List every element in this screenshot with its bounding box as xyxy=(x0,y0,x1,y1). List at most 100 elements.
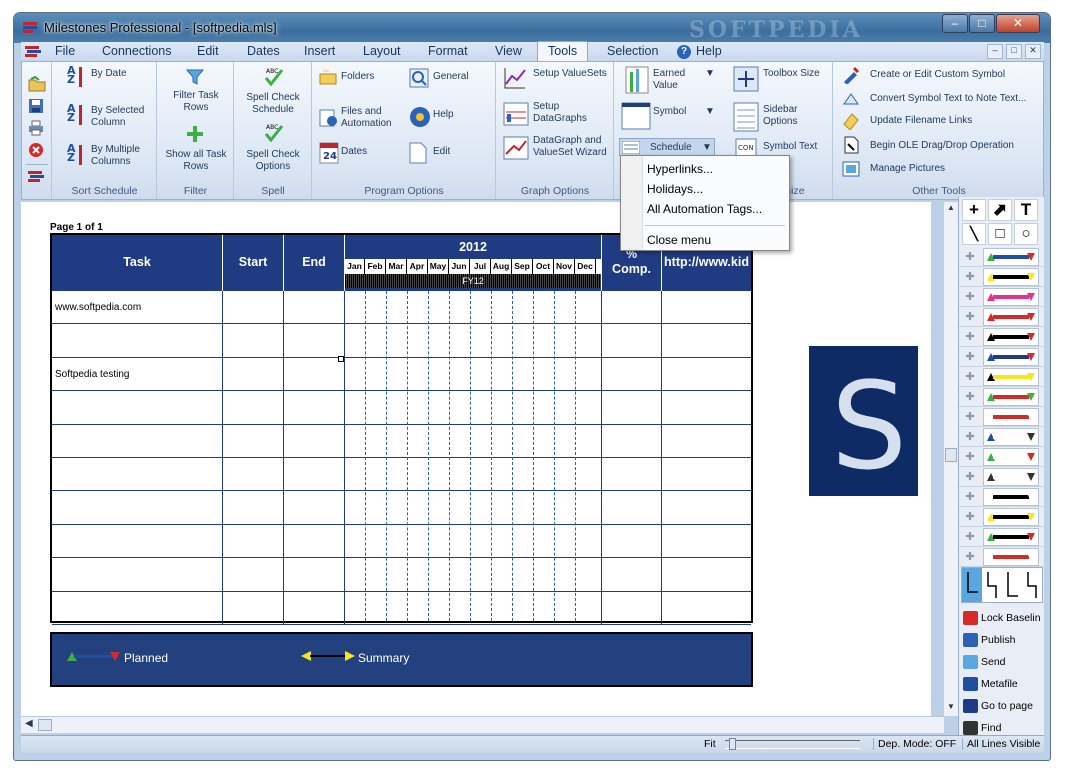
task-cell[interactable] xyxy=(52,591,223,624)
toolbox-button-lock-baselin[interactable]: Lock Baselin xyxy=(959,607,1045,629)
pin-icon[interactable]: ✚ xyxy=(962,330,978,344)
spell-check-options-button[interactable]: Spell Check Options xyxy=(237,149,309,173)
table-cell[interactable] xyxy=(345,291,602,324)
filter-task-rows-button[interactable]: Filter Task Rows xyxy=(164,90,228,114)
schedule-button[interactable]: Schedule ▼ xyxy=(619,138,715,156)
scroll-up-icon[interactable]: ▲ xyxy=(947,203,955,212)
task-cell[interactable] xyxy=(52,391,223,424)
symbol-row[interactable]: ✚ xyxy=(959,387,1045,407)
text-tool-icon[interactable]: T xyxy=(1014,199,1038,221)
table-cell[interactable] xyxy=(662,391,751,423)
toolbox-size-button[interactable]: Toolbox Size xyxy=(763,68,820,80)
table-cell[interactable] xyxy=(345,357,602,391)
task-cell[interactable] xyxy=(52,324,223,357)
picture-preview[interactable]: S xyxy=(809,346,918,497)
symbol-row[interactable]: ✚ xyxy=(959,467,1045,487)
table-cell[interactable] xyxy=(345,391,602,424)
scroll-left-icon[interactable]: ◀ xyxy=(25,718,33,729)
app-menu-icon[interactable] xyxy=(25,45,41,58)
earned-value-button[interactable]: Earned Value xyxy=(653,68,703,92)
line-tool-icon[interactable]: ╲ xyxy=(962,223,986,245)
table-cell[interactable] xyxy=(223,291,284,324)
menu-selection[interactable]: Selection xyxy=(607,44,658,58)
header-start[interactable]: Start xyxy=(223,235,284,291)
symbol-row[interactable]: ✚ xyxy=(959,367,1045,387)
table-cell[interactable] xyxy=(602,558,662,591)
table-cell[interactable] xyxy=(602,458,662,491)
scroll-down-icon[interactable]: ▼ xyxy=(947,702,955,711)
close-button[interactable]: ✕ xyxy=(996,14,1040,33)
scroll-thumb[interactable] xyxy=(945,448,957,462)
pin-icon[interactable]: ✚ xyxy=(962,310,978,324)
menu-connections[interactable]: Connections xyxy=(102,44,172,58)
menu-layout[interactable]: Layout xyxy=(363,44,401,58)
table-cell[interactable] xyxy=(284,291,345,324)
pin-icon[interactable]: ✚ xyxy=(962,430,978,444)
pin-icon[interactable]: ✚ xyxy=(962,450,978,464)
table-cell[interactable] xyxy=(602,524,662,558)
table-cell[interactable] xyxy=(345,424,602,457)
toolbox-button-go-to-page[interactable]: Go to page xyxy=(959,695,1045,717)
table-cell[interactable] xyxy=(223,391,284,424)
show-all-rows-button[interactable]: Show all Task Rows xyxy=(162,149,230,173)
table-cell[interactable] xyxy=(662,525,751,557)
menu-dates[interactable]: Dates xyxy=(247,44,280,58)
table-cell[interactable] xyxy=(345,324,602,357)
toolbox-button-send[interactable]: Send xyxy=(959,651,1045,673)
toolbox-button-metafile[interactable]: Metafile xyxy=(959,673,1045,695)
symbol-row[interactable]: ✚ xyxy=(959,487,1045,507)
table-cell[interactable] xyxy=(345,524,602,558)
table-cell[interactable] xyxy=(345,491,602,524)
symbol-row[interactable]: ✚ xyxy=(959,407,1045,427)
symbol-row[interactable]: ✚ xyxy=(959,347,1045,367)
table-cell[interactable] xyxy=(602,357,662,391)
table-cell[interactable] xyxy=(602,491,662,524)
sort-multiple-columns-button[interactable]: By Multiple Columns xyxy=(91,144,151,168)
table-row[interactable] xyxy=(52,391,751,425)
table-cell[interactable] xyxy=(602,324,662,357)
connector-lines-icon[interactable] xyxy=(961,567,1043,603)
pin-icon[interactable]: ✚ xyxy=(962,390,978,404)
symbol-row[interactable]: ✚ xyxy=(959,427,1045,447)
menu-tools[interactable]: Tools xyxy=(537,41,589,61)
symbol-row[interactable]: ✚ xyxy=(959,327,1045,347)
menu-view[interactable]: View xyxy=(495,44,522,58)
pointer-tool-icon[interactable]: ⬈ xyxy=(988,199,1012,221)
table-cell[interactable] xyxy=(602,424,662,457)
sidebar-options-button[interactable]: Sidebar Options xyxy=(763,104,803,128)
table-row[interactable] xyxy=(52,591,751,625)
table-cell[interactable] xyxy=(662,491,751,523)
header-end[interactable]: End xyxy=(284,235,345,291)
table-cell[interactable] xyxy=(345,591,602,624)
table-cell[interactable] xyxy=(223,357,284,391)
symbol-row[interactable]: ✚ xyxy=(959,267,1045,287)
vertical-scrollbar[interactable]: ▲ ▼ xyxy=(944,202,958,716)
table-cell[interactable] xyxy=(662,291,751,323)
open-icon[interactable] xyxy=(28,76,46,92)
table-cell[interactable] xyxy=(284,324,345,357)
table-cell[interactable] xyxy=(662,558,751,590)
datagraph-wizard-button[interactable]: DataGraph and ValueSet Wizard xyxy=(533,135,613,159)
menu-close[interactable]: Close menu xyxy=(647,233,711,247)
setup-valuesets-button[interactable]: Setup ValueSets xyxy=(533,68,609,80)
symbol-button[interactable]: Symbol xyxy=(653,106,686,118)
update-filename-links-button[interactable]: Update Filename Links xyxy=(870,115,972,127)
pin-icon[interactable]: ✚ xyxy=(962,410,978,424)
zoom-slider[interactable] xyxy=(725,738,860,750)
table-row[interactable] xyxy=(52,458,751,492)
begin-ole-drag-button[interactable]: Begin OLE Drag/Drop Operation xyxy=(870,140,1014,152)
table-cell[interactable] xyxy=(223,524,284,558)
symbol-row[interactable]: ✚ xyxy=(959,547,1045,567)
table-cell[interactable] xyxy=(345,558,602,591)
files-automation-button[interactable]: Files and Automation xyxy=(341,106,401,130)
task-cell[interactable]: Softpedia testing xyxy=(52,357,223,391)
table-cell[interactable] xyxy=(662,592,751,624)
table-row[interactable] xyxy=(52,524,751,559)
horizontal-scrollbar[interactable]: ◀ xyxy=(21,716,944,733)
table-cell[interactable] xyxy=(284,458,345,491)
symbol-row[interactable]: ✚ xyxy=(959,527,1045,547)
spell-check-schedule-button[interactable]: Spell Check Schedule xyxy=(237,92,309,116)
table-cell[interactable] xyxy=(284,357,345,391)
doc-restore-button[interactable]: □ xyxy=(1006,44,1022,59)
symbol-row[interactable]: ✚ xyxy=(959,287,1045,307)
